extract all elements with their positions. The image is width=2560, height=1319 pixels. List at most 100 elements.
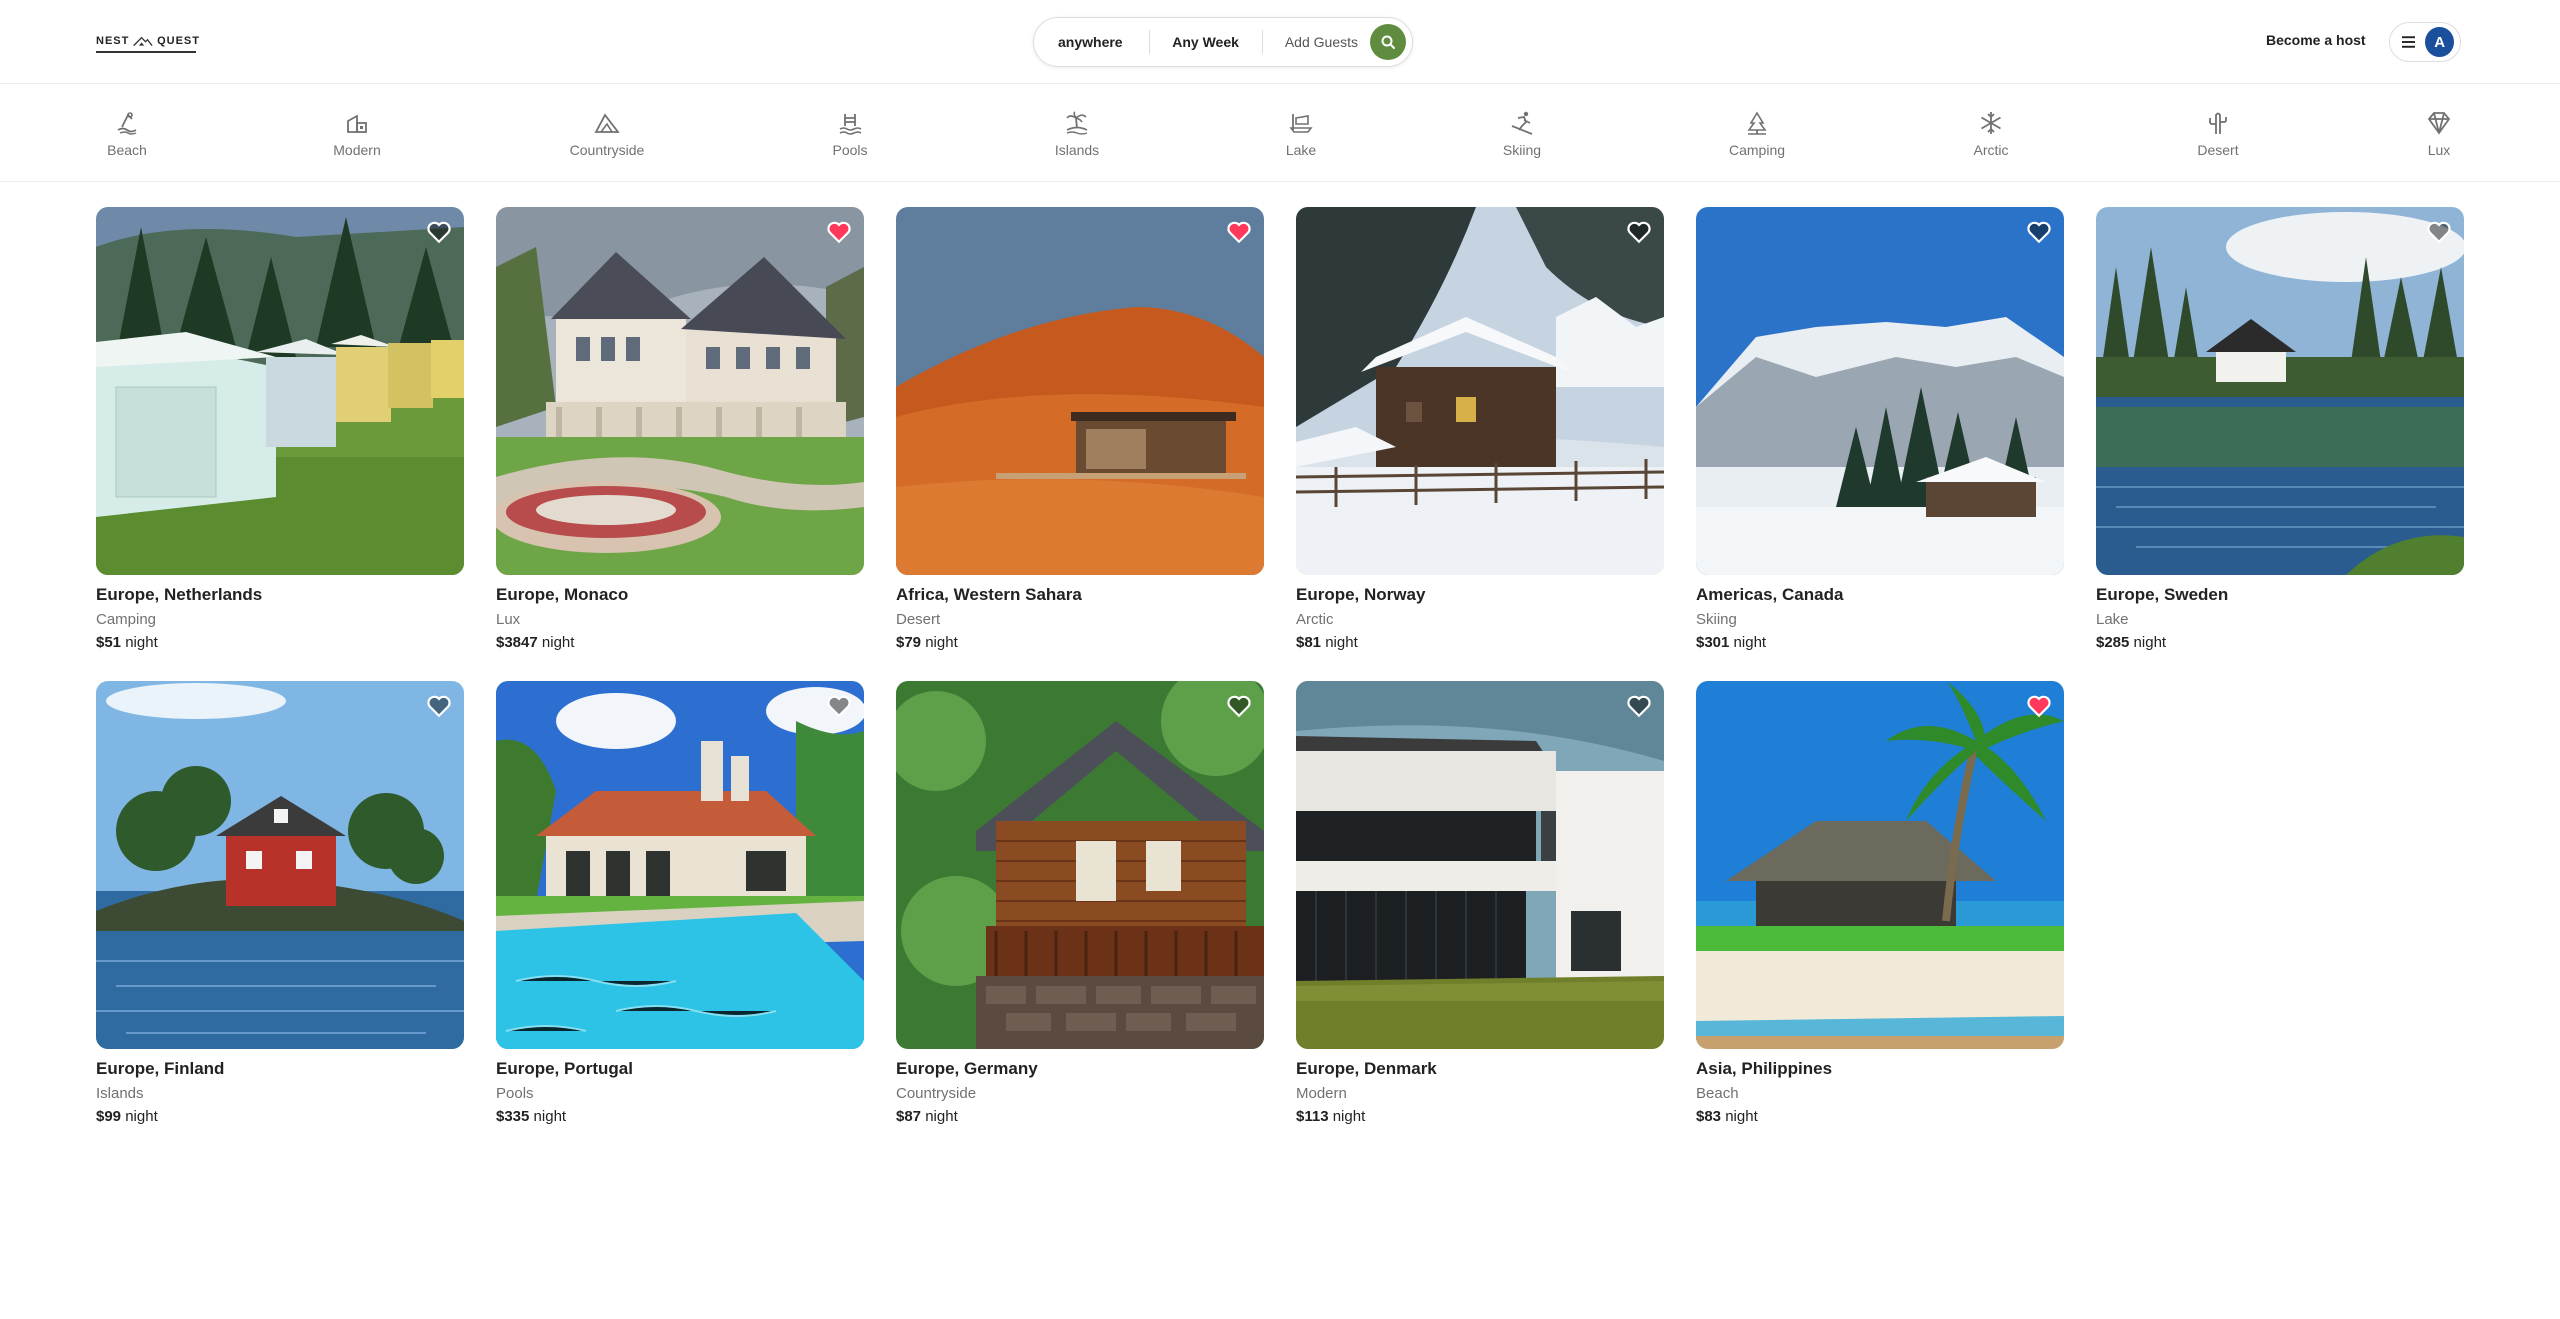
heart-icon[interactable] [826, 693, 852, 719]
listing-photo[interactable] [496, 681, 864, 1049]
category-arctic[interactable]: Arctic [1931, 110, 2051, 158]
listing-price-amount: $79 [896, 634, 922, 651]
search-bar[interactable]: anywhere Any Week Add Guests [1033, 17, 1413, 67]
category-skiing[interactable]: Skiing [1462, 110, 1582, 158]
listing-category: Arctic [1296, 611, 1334, 628]
user-menu-button[interactable]: A [2389, 22, 2461, 62]
beach-icon [117, 112, 137, 135]
nestquest-logo[interactable]: NEST QUEST [96, 28, 200, 54]
listing-price-amount: $285 [2096, 634, 2130, 651]
listing-photo[interactable] [496, 207, 864, 575]
category-lux[interactable]: Lux [2379, 110, 2499, 158]
listing-photo[interactable] [896, 207, 1264, 575]
heart-icon[interactable] [2426, 219, 2452, 245]
listing-price-amount: $83 [1696, 1108, 1722, 1125]
listing-price-unit: night [925, 1108, 958, 1125]
listing-photo[interactable] [1696, 207, 2064, 575]
category-modern[interactable]: Modern [297, 110, 417, 158]
search-where[interactable]: anywhere [1058, 34, 1149, 50]
search-guests[interactable]: Add Guests [1285, 34, 1370, 50]
beach-hut-photo [1696, 681, 2064, 1049]
listing-grid: Europe, Netherlands Camping $51 night Eu… [96, 207, 2464, 1125]
ski-icon [1511, 111, 1533, 135]
heart-icon[interactable] [826, 219, 852, 245]
listing-card[interactable]: Americas, Canada Skiing $301 night [1696, 207, 2064, 651]
search-divider [1149, 30, 1151, 54]
heart-icon[interactable] [1626, 219, 1652, 245]
listing-card[interactable]: Europe, Monaco Lux $3847 night [496, 207, 864, 651]
listing-price-unit: night [125, 634, 158, 651]
listing-price-unit: night [1332, 1108, 1366, 1125]
modern-house-icon [347, 114, 367, 133]
listing-card[interactable]: Europe, Netherlands Camping $51 night [96, 207, 464, 651]
listing-category: Camping [96, 611, 157, 628]
listing-card[interactable]: Europe, Norway Arctic $81 night [1296, 207, 1664, 651]
listing-price-unit: night [2133, 634, 2167, 651]
category-label: Beach [107, 142, 147, 158]
listing-card[interactable]: Europe, Denmark Modern $113 night [1296, 681, 1664, 1125]
listing-category: Lake [2096, 611, 2129, 628]
become-host-link[interactable]: Become a host [2266, 32, 2366, 48]
logo-word-1: NEST [96, 35, 130, 47]
heart-icon[interactable] [426, 693, 452, 719]
listing-price-amount: $335 [496, 1108, 530, 1125]
pool-icon [839, 114, 862, 135]
heart-icon[interactable] [2026, 693, 2052, 719]
category-label: Modern [333, 142, 381, 158]
listing-category: Desert [896, 611, 941, 628]
listing-location: Europe, Portugal [496, 1059, 633, 1078]
listing-photo[interactable] [1296, 207, 1664, 575]
listing-card[interactable]: Europe, Germany Countryside $87 night [896, 681, 1264, 1125]
listing-location: Europe, Sweden [2096, 585, 2229, 604]
listing-price-amount: $301 [1696, 634, 1730, 651]
category-beach[interactable]: Beach [67, 110, 187, 158]
listing-card[interactable]: Asia, Philippines Beach $83 night [1696, 681, 2064, 1125]
listing-price: $99 night [96, 1108, 464, 1125]
listing-location: Africa, Western Sahara [896, 585, 1082, 604]
listing-photo[interactable] [2096, 207, 2464, 575]
listing-card[interactable]: Europe, Sweden Lake $285 night [2096, 207, 2464, 651]
category-islands[interactable]: Islands [1017, 110, 1137, 158]
heart-icon[interactable] [1626, 693, 1652, 719]
listing-card[interactable]: Europe, Portugal Pools $335 night [496, 681, 864, 1125]
category-label: Skiing [1502, 142, 1542, 158]
listing-card[interactable]: Africa, Western Sahara Desert $79 night [896, 207, 1264, 651]
mansion-photo [496, 207, 864, 575]
listing-price: $83 night [1696, 1108, 2064, 1125]
listing-photo[interactable] [896, 681, 1264, 1049]
category-desert[interactable]: Desert [2158, 110, 2278, 158]
listing-category: Modern [1296, 1085, 1347, 1102]
listing-price-unit: night [1325, 634, 1358, 651]
listing-category: Beach [1696, 1085, 1739, 1102]
search-week[interactable]: Any Week [1172, 34, 1262, 50]
listing-price: $335 night [496, 1108, 864, 1125]
lake-house-photo [2096, 207, 2464, 575]
modern-house-photo [1296, 681, 1664, 1049]
listing-photo[interactable] [1696, 681, 2064, 1049]
listing-card[interactable]: Europe, Finland Islands $99 night [96, 681, 464, 1125]
listing-photo[interactable] [1296, 681, 1664, 1049]
search-button[interactable] [1370, 24, 1406, 60]
listing-location: Europe, Norway [1296, 585, 1426, 604]
heart-icon[interactable] [1226, 693, 1252, 719]
category-lake[interactable]: Lake [1241, 110, 1361, 158]
listing-location: Europe, Finland [96, 1059, 225, 1078]
category-countryside[interactable]: Countryside [547, 110, 667, 158]
logo-word-2: QUEST [157, 35, 200, 47]
category-pools[interactable]: Pools [790, 110, 910, 158]
listing-photo[interactable] [96, 207, 464, 575]
listing-price-unit: night [125, 1108, 158, 1125]
listing-photo[interactable] [96, 681, 464, 1049]
listing-price: $3847 night [496, 634, 864, 651]
heart-icon[interactable] [1226, 219, 1252, 245]
heart-icon[interactable] [426, 219, 452, 245]
tree-icon [1747, 111, 1767, 135]
listing-price: $79 night [896, 634, 1264, 651]
heart-icon[interactable] [2026, 219, 2052, 245]
snow-cabin-photo [1296, 207, 1664, 575]
category-label: Desert [2197, 142, 2239, 158]
listing-price-unit: night [1725, 1108, 1758, 1125]
category-camping[interactable]: Camping [1697, 110, 1817, 158]
listing-price: $285 night [2096, 634, 2464, 651]
island-icon [1066, 111, 1088, 135]
